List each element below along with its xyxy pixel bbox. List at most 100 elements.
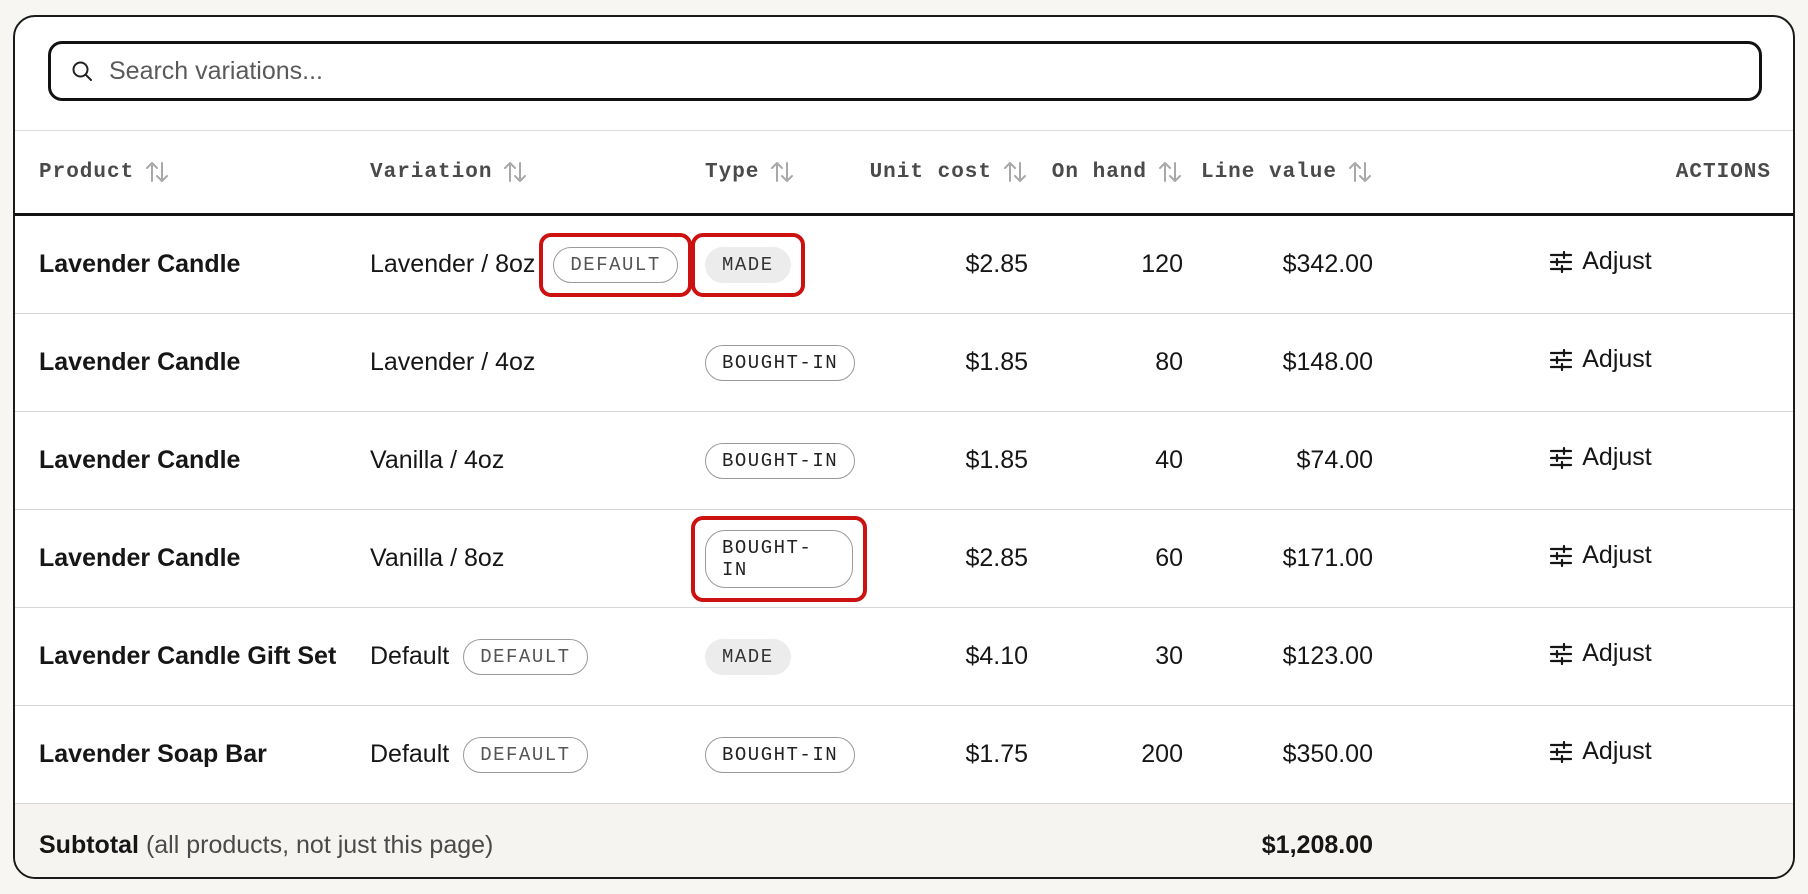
table-row: Lavender Candle Vanilla / 4oz BOUGHT-IN … — [15, 411, 1793, 510]
cell-type: MADE — [691, 214, 867, 314]
cell-on-hand: 120 — [1028, 214, 1183, 314]
col-header-actions: ACTIONS — [1373, 131, 1793, 216]
cell-on-hand: 40 — [1028, 411, 1183, 510]
variation-label: Default — [370, 740, 450, 768]
adjust-button[interactable]: Adjust — [1548, 345, 1652, 374]
col-header-label: Product — [39, 160, 135, 184]
search-icon — [67, 56, 97, 86]
cell-actions: Adjust — [1373, 705, 1793, 804]
cell-line-value: $148.00 — [1183, 313, 1373, 412]
col-header-label: Line value — [1200, 160, 1337, 184]
col-header-product[interactable]: Product — [15, 131, 358, 216]
col-header-label: ACTIONS — [1675, 160, 1771, 184]
default-badge: DEFAULT — [463, 736, 588, 773]
adjust-button[interactable]: Adjust — [1548, 443, 1652, 472]
adjust-label: Adjust — [1582, 541, 1652, 570]
cell-line-value: $342.00 — [1183, 214, 1373, 314]
cell-type: MADE — [697, 607, 867, 706]
col-header-on-hand[interactable]: On hand — [1028, 131, 1183, 216]
adjust-label: Adjust — [1582, 639, 1652, 668]
cell-type: BOUGHT-IN — [697, 313, 867, 412]
col-header-line-value[interactable]: Line value — [1183, 131, 1373, 216]
subtotal-spacer — [1373, 803, 1793, 877]
adjust-label: Adjust — [1582, 247, 1652, 276]
sort-arrows-icon[interactable] — [144, 159, 170, 185]
cell-product: Lavender Candle — [15, 411, 358, 510]
search-input[interactable] — [107, 50, 1759, 92]
subtotal-value: $1,208.00 — [1183, 803, 1373, 877]
cell-actions: Adjust — [1373, 607, 1793, 706]
cell-product: Lavender Candle — [15, 313, 358, 412]
col-header-unit-cost[interactable]: Unit cost — [867, 131, 1028, 216]
sliders-icon — [1548, 543, 1574, 569]
cell-variation: Default DEFAULT — [358, 607, 697, 706]
adjust-button[interactable]: Adjust — [1548, 247, 1652, 276]
variations-card: Product Variation — [13, 15, 1795, 879]
variation-label: Lavender / 4oz — [370, 348, 536, 376]
type-badge: BOUGHT-IN — [705, 529, 853, 588]
cell-unit-cost: $4.10 — [867, 607, 1028, 706]
sliders-icon — [1548, 641, 1574, 667]
cell-actions: Adjust — [1373, 313, 1793, 412]
sort-arrows-icon[interactable] — [769, 159, 795, 185]
cell-product: Lavender Candle — [15, 214, 358, 314]
highlight-box: MADE — [691, 232, 805, 297]
search-box[interactable] — [48, 41, 1762, 101]
sliders-icon — [1548, 347, 1574, 373]
sort-arrows-icon[interactable] — [1157, 159, 1183, 185]
subtotal-row: Subtotal (all products, not just this pa… — [15, 803, 1793, 877]
adjust-label: Adjust — [1582, 737, 1652, 766]
cell-unit-cost: $2.85 — [867, 509, 1028, 608]
col-header-label: On hand — [1051, 160, 1147, 184]
cell-on-hand: 80 — [1028, 313, 1183, 412]
variation-label: Vanilla / 4oz — [370, 446, 505, 474]
search-bar — [15, 17, 1793, 131]
cell-type: BOUGHT-IN — [697, 705, 867, 804]
table-row: Lavender Soap Bar Default DEFAULT BOUGHT… — [15, 705, 1793, 804]
highlight-box: DEFAULT — [539, 232, 692, 297]
default-badge: DEFAULT — [553, 246, 678, 283]
cell-actions: Adjust — [1373, 411, 1793, 510]
cell-unit-cost: $1.85 — [867, 411, 1028, 510]
cell-line-value: $123.00 — [1183, 607, 1373, 706]
sort-arrows-icon[interactable] — [1347, 159, 1373, 185]
cell-line-value: $350.00 — [1183, 705, 1373, 804]
table-row: Lavender Candle Lavender / 4oz BOUGHT-IN… — [15, 313, 1793, 412]
cell-unit-cost: $2.85 — [867, 214, 1028, 314]
subtotal-label: Subtotal (all products, not just this pa… — [15, 803, 1183, 877]
col-header-variation[interactable]: Variation — [358, 131, 697, 216]
col-header-label: Variation — [370, 160, 493, 184]
table-row: Lavender Candle Gift Set Default DEFAULT… — [15, 607, 1793, 706]
adjust-button[interactable]: Adjust — [1548, 639, 1652, 668]
cell-variation: Lavender / 8oz DEFAULT — [358, 214, 697, 314]
subtotal-note: (all products, not just this page) — [145, 830, 494, 859]
table-row: Lavender Candle Lavender / 8oz DEFAULT M… — [15, 214, 1793, 314]
variation-label: Vanilla / 8oz — [370, 544, 505, 572]
sort-arrows-icon[interactable] — [1002, 159, 1028, 185]
cell-on-hand: 30 — [1028, 607, 1183, 706]
cell-variation: Default DEFAULT — [358, 705, 697, 804]
cell-product: Lavender Soap Bar — [15, 705, 358, 804]
col-header-label: Type — [705, 160, 760, 184]
cell-actions: Adjust — [1373, 509, 1793, 608]
type-badge: MADE — [705, 246, 791, 283]
adjust-label: Adjust — [1582, 443, 1652, 472]
cell-line-value: $74.00 — [1183, 411, 1373, 510]
default-badge: DEFAULT — [463, 638, 588, 675]
type-badge: BOUGHT-IN — [705, 736, 856, 773]
cell-on-hand: 200 — [1028, 705, 1183, 804]
sort-arrows-icon[interactable] — [502, 159, 528, 185]
adjust-button[interactable]: Adjust — [1548, 541, 1652, 570]
subtotal-title: Subtotal — [39, 830, 139, 859]
type-badge: MADE — [705, 638, 791, 675]
highlight-box: BOUGHT-IN — [691, 515, 867, 602]
cell-actions: Adjust — [1373, 214, 1793, 314]
cell-product: Lavender Candle — [15, 509, 358, 608]
col-header-type[interactable]: Type — [697, 131, 867, 216]
sliders-icon — [1548, 445, 1574, 471]
sliders-icon — [1548, 739, 1574, 765]
adjust-button[interactable]: Adjust — [1548, 737, 1652, 766]
sliders-icon — [1548, 249, 1574, 275]
adjust-label: Adjust — [1582, 345, 1652, 374]
table-row: Lavender Candle Vanilla / 8oz BOUGHT-IN … — [15, 509, 1793, 608]
